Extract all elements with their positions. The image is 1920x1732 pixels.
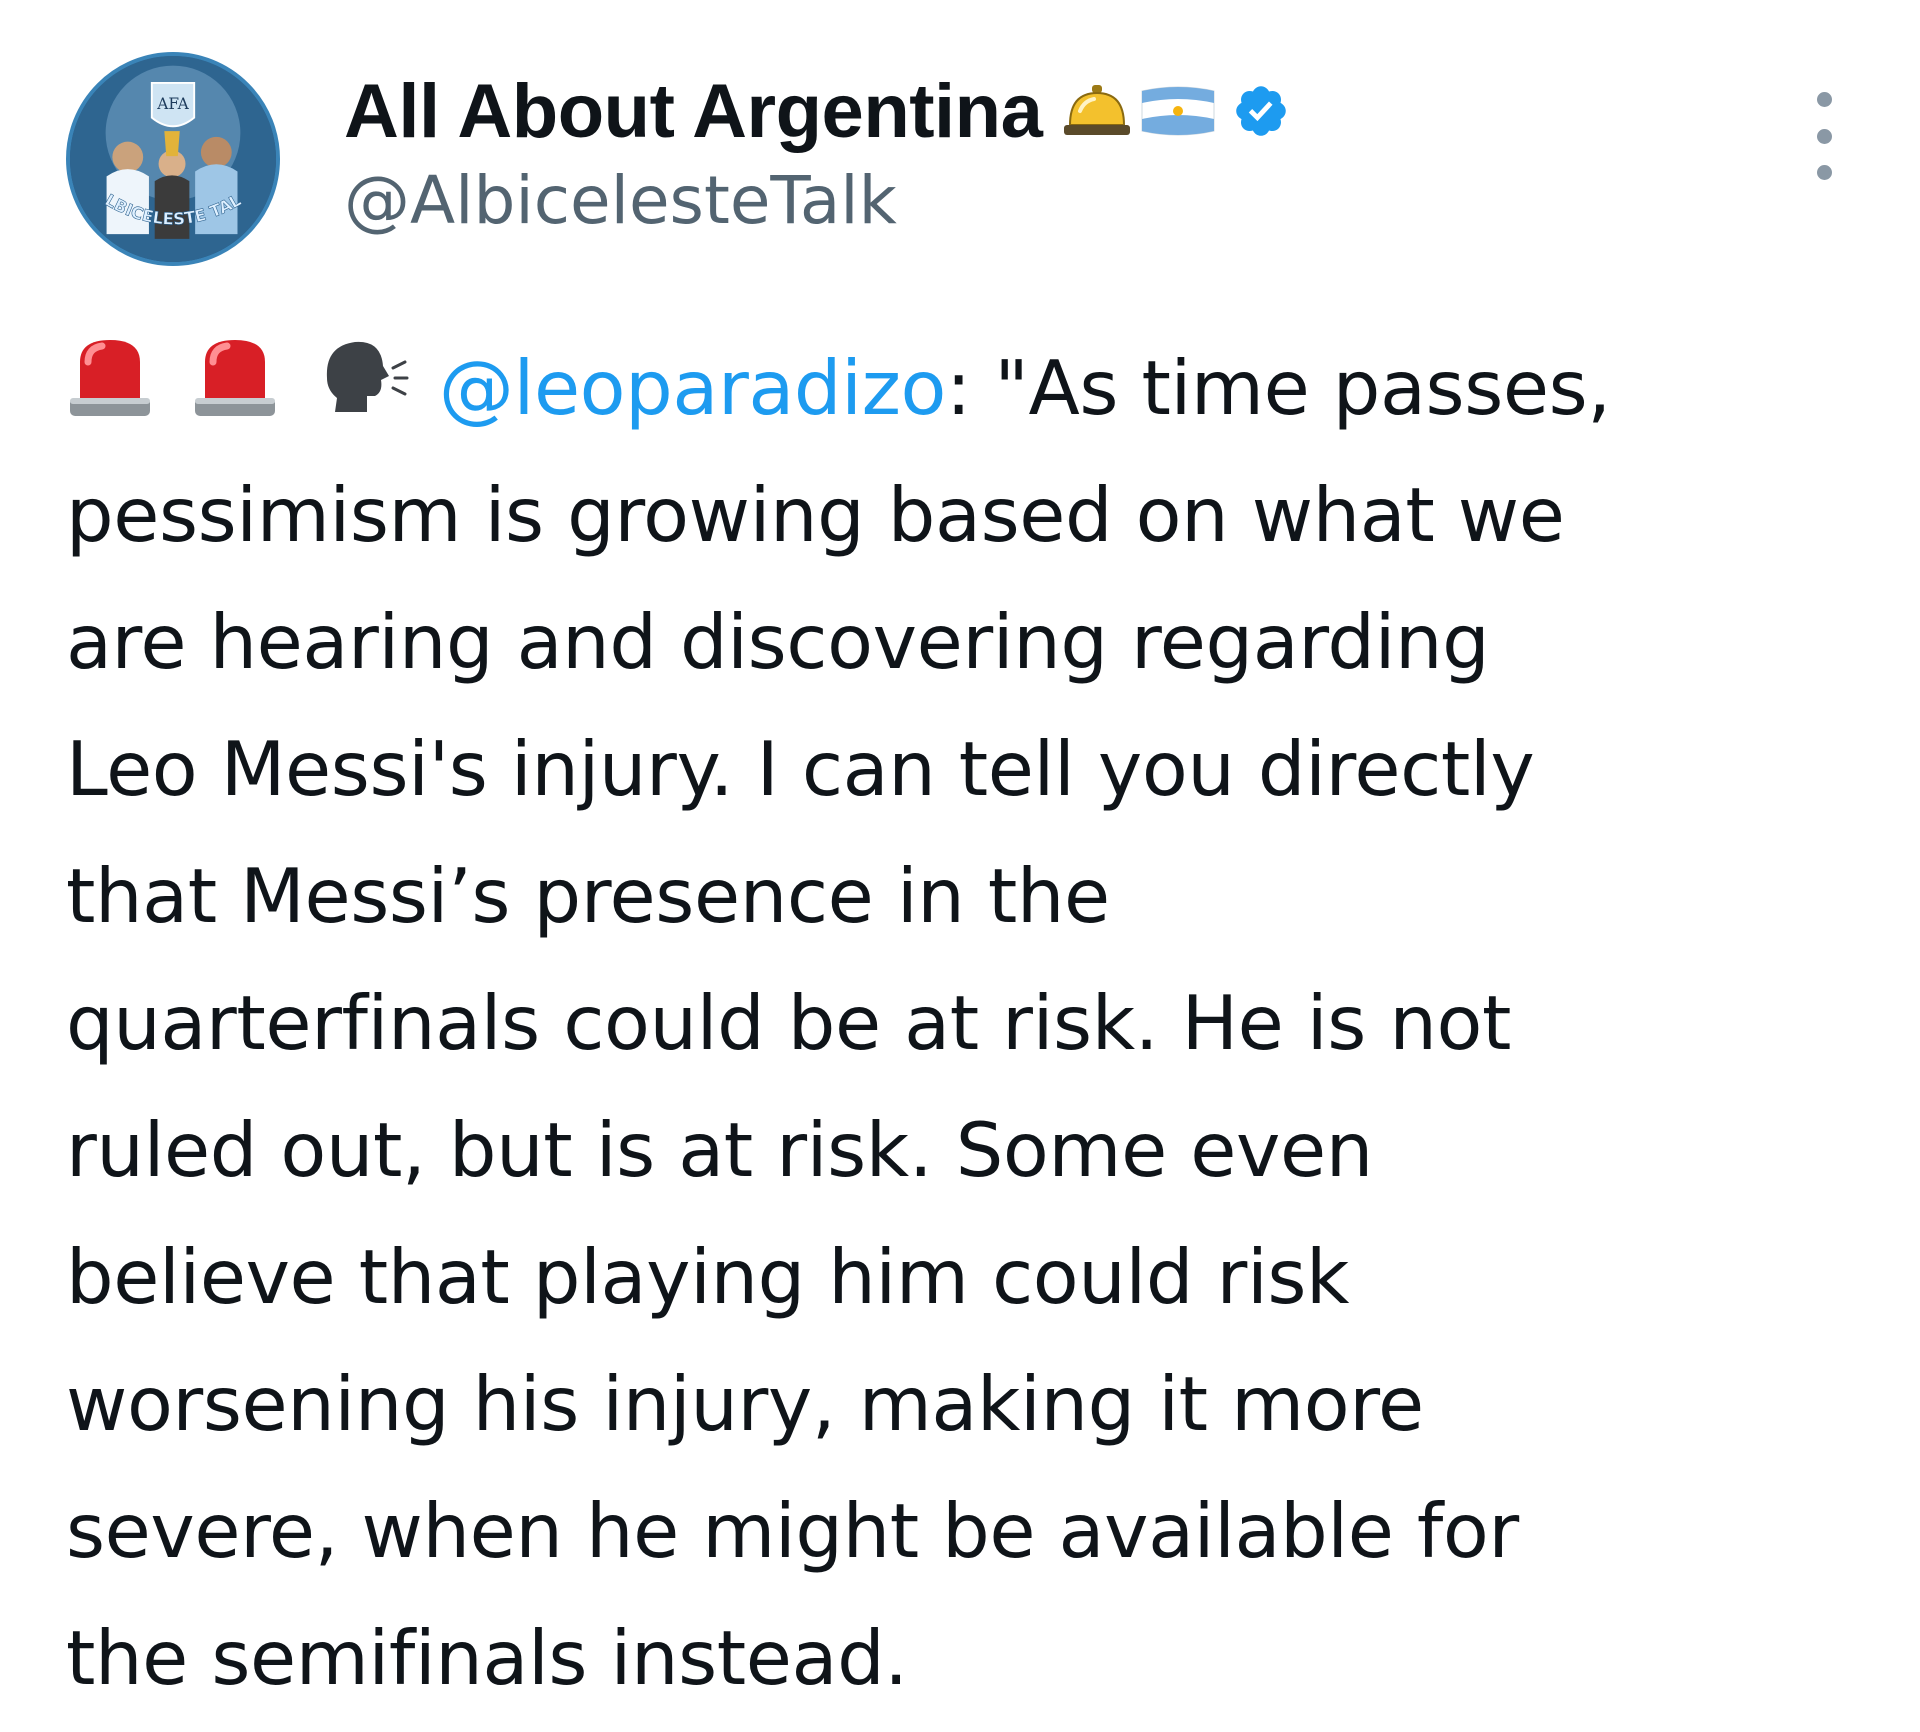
tweet-card: AFA ALBICELESTE TALK All About Argentina <box>0 0 1920 1732</box>
tweet-text: @leoparadizo: "As time passes, pessimism… <box>66 325 1886 1722</box>
tweet-line: pessimism is growing based on what we <box>66 471 1565 559</box>
tweet-line: believe that playing him could risk <box>66 1233 1350 1321</box>
tweet-line: are hearing and discovering regarding <box>66 598 1490 686</box>
more-dot <box>1816 128 1832 144</box>
author-display-name[interactable]: All About Argentina <box>344 68 1043 155</box>
tweet-line: that Messi’s presence in the <box>66 852 1110 940</box>
verified-badge-icon <box>1232 82 1290 140</box>
tweet-line: @leoparadizo: "As time passes, <box>66 325 1886 452</box>
mention-link[interactable]: @leoparadizo <box>439 344 947 432</box>
speaking-head-icon <box>317 331 409 458</box>
tweet-line: quarterfinals could be at risk. He is no… <box>66 979 1511 1067</box>
bellhop-bell-icon <box>1062 81 1132 141</box>
tweet-line: ruled out, but is at risk. Some even <box>66 1106 1373 1194</box>
more-options-icon[interactable] <box>1800 92 1848 180</box>
argentina-flag-icon <box>1138 81 1218 141</box>
tweet-line: the semifinals instead. <box>66 1614 908 1702</box>
avatar-image: AFA ALBICELESTE TALK <box>70 56 276 262</box>
tweet-line-text: : "As time passes, <box>946 344 1611 432</box>
more-dot <box>1816 165 1832 180</box>
avatar-crest-text: AFA <box>156 95 189 113</box>
police-light-icon <box>191 331 279 458</box>
tweet-line: Leo Messi's injury. I can tell you direc… <box>66 725 1535 813</box>
author-handle[interactable]: @Albiceleste​Talk <box>344 162 897 239</box>
more-dot <box>1816 92 1832 107</box>
avatar[interactable]: AFA ALBICELESTE TALK <box>66 52 280 266</box>
author-name-row[interactable]: All About Argentina <box>344 66 1290 156</box>
police-light-icon <box>66 331 154 458</box>
tweet-line: worsening his injury, making it more <box>66 1360 1424 1448</box>
tweet-line: severe, when he might be available for <box>66 1487 1519 1575</box>
